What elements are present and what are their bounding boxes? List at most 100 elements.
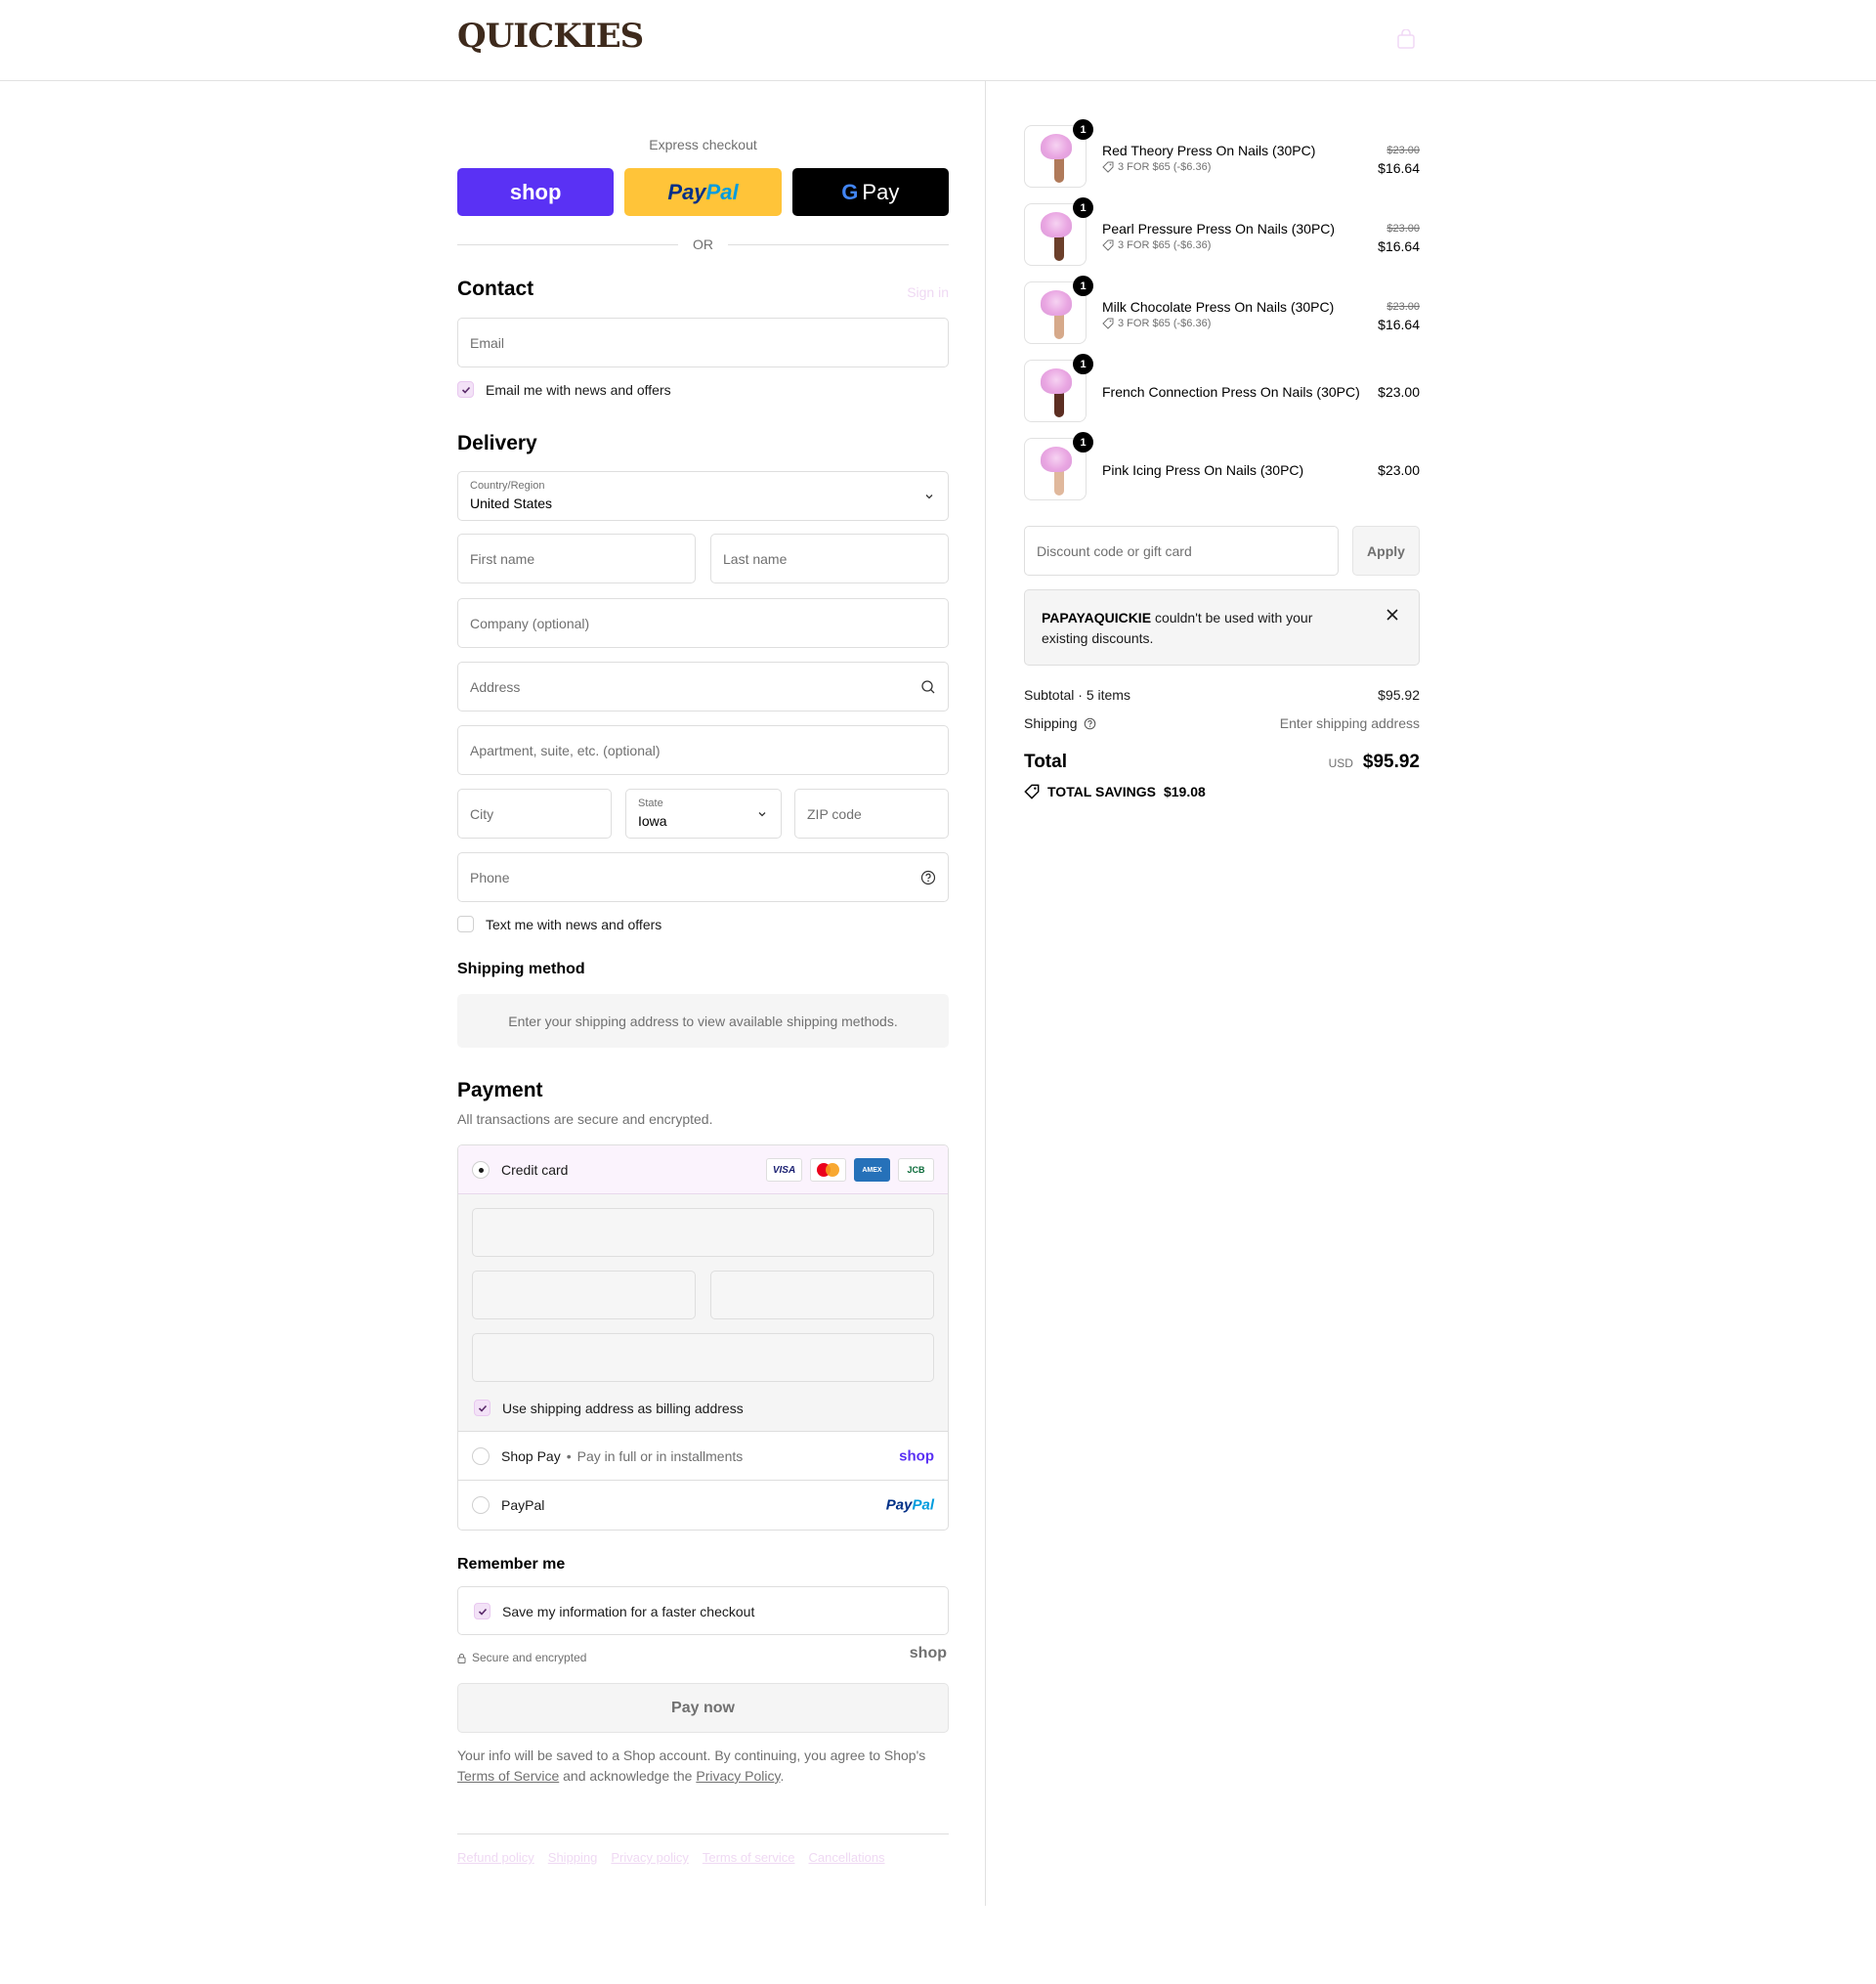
google-pay-label: Pay — [862, 179, 900, 204]
name-on-card-field[interactable] — [472, 1333, 934, 1382]
billing-address-checkbox[interactable] — [474, 1400, 490, 1416]
card-number-field[interactable] — [472, 1208, 934, 1257]
billing-address-row[interactable]: Use shipping address as billing address — [474, 1400, 744, 1416]
phone-field[interactable]: Phone — [457, 852, 949, 902]
express-checkout-buttons: shop Pay Pal G Pay — [457, 168, 949, 216]
text-news-row[interactable]: Text me with news and offers — [457, 916, 661, 932]
credit-card-label: Credit card — [501, 1161, 569, 1178]
secure-label: Secure and encrypted — [472, 1651, 587, 1664]
footer-link-terms[interactable]: Terms of service — [703, 1850, 795, 1865]
paypal-button[interactable]: Pay Pal — [624, 168, 782, 216]
item-promo: 3 FOR $65 (-$6.36) — [1102, 318, 1211, 329]
save-info-label: Save my information for a faster checkou… — [502, 1603, 755, 1619]
cart-item: 1 Pink Icing Press On Nails (30PC) $23.0… — [1024, 432, 1420, 500]
email-news-row[interactable]: Email me with news and offers — [457, 381, 671, 398]
jcb-icon: JCB — [898, 1158, 934, 1182]
credit-card-form: Use shipping address as billing address — [458, 1194, 948, 1432]
item-name: French Connection Press On Nails (30PC) — [1102, 384, 1360, 400]
item-original-price: $23.00 — [1386, 223, 1420, 235]
quantity-badge: 1 — [1073, 354, 1093, 374]
shipping-method-message: Enter your shipping address to view avai… — [457, 994, 949, 1048]
tag-icon — [1024, 784, 1040, 799]
expiration-field[interactable] — [472, 1271, 696, 1319]
footer-link-privacy[interactable]: Privacy policy — [611, 1850, 688, 1865]
contact-heading: Contact — [457, 278, 534, 300]
state-select[interactable]: State Iowa — [625, 789, 782, 839]
payment-option-credit-card[interactable]: Credit card VISA AMEX JCB — [458, 1145, 948, 1194]
quantity-badge: 1 — [1073, 276, 1093, 296]
quantity-badge: 1 — [1073, 119, 1093, 140]
discount-code-field[interactable]: Discount code or gift card — [1024, 526, 1339, 576]
footer-links: Refund policy Shipping Privacy policy Te… — [457, 1850, 885, 1865]
remember-me-heading: Remember me — [457, 1556, 566, 1573]
city-field[interactable]: City — [457, 789, 612, 839]
payment-option-paypal[interactable]: PayPal PayPal — [458, 1481, 948, 1530]
security-code-field[interactable] — [710, 1271, 934, 1319]
shop-pay-button[interactable]: shop — [457, 168, 615, 216]
paypal-logo-pay: Pay — [885, 1496, 913, 1514]
sign-in-link[interactable]: Sign in — [907, 284, 949, 300]
company-field[interactable]: Company (optional) — [457, 598, 949, 648]
delivery-heading: Delivery — [457, 432, 537, 454]
close-icon[interactable] — [1386, 608, 1399, 622]
paypal-label-pal: Pal — [705, 179, 739, 204]
first-name-field[interactable]: First name — [457, 534, 696, 583]
or-line-right — [728, 244, 949, 245]
item-promo-label: 3 FOR $65 (-$6.36) — [1118, 161, 1212, 173]
item-price: $23.00 — [1378, 462, 1420, 478]
item-price: $16.64 — [1378, 238, 1420, 254]
amex-icon: AMEX — [854, 1158, 890, 1182]
state-label: State — [638, 798, 663, 809]
legal-text: Your info will be saved to a Shop accoun… — [457, 1746, 949, 1787]
legal-text-1: Your info will be saved to a Shop accoun… — [457, 1747, 926, 1763]
pay-now-button[interactable]: Pay now — [457, 1683, 949, 1733]
bullet-separator: • — [566, 1447, 572, 1464]
item-original-price: $23.00 — [1386, 301, 1420, 313]
google-pay-button[interactable]: G Pay — [791, 168, 949, 216]
help-circle-icon[interactable] — [1084, 717, 1096, 730]
credit-card-radio[interactable] — [472, 1160, 490, 1179]
privacy-policy-link[interactable]: Privacy Policy — [696, 1768, 780, 1784]
item-name: Red Theory Press On Nails (30PC) — [1102, 143, 1316, 158]
payment-option-shop-pay[interactable]: Shop Pay • Pay in full or in installment… — [458, 1432, 948, 1481]
email-news-label: Email me with news and offers — [486, 381, 671, 398]
last-name-field[interactable]: Last name — [710, 534, 949, 583]
help-circle-icon[interactable] — [920, 870, 936, 885]
shop-pay-radio[interactable] — [472, 1446, 490, 1465]
savings-value: $19.08 — [1163, 784, 1206, 799]
shipping-row: Shipping Enter shipping address — [1024, 715, 1420, 731]
text-news-checkbox[interactable] — [457, 916, 474, 932]
save-info-checkbox[interactable] — [474, 1603, 490, 1619]
state-value: Iowa — [638, 813, 667, 829]
zip-field[interactable]: ZIP code — [794, 789, 949, 839]
footer-link-refund[interactable]: Refund policy — [457, 1850, 534, 1865]
phone-placeholder: Phone — [470, 869, 510, 885]
total-row: Total USD $95.92 — [1024, 752, 1420, 773]
last-name-placeholder: Last name — [723, 550, 788, 567]
footer-link-shipping[interactable]: Shipping — [548, 1850, 598, 1865]
shop-pay-label: Shop Pay — [501, 1447, 561, 1464]
total-label: Total — [1024, 752, 1067, 772]
paypal-radio[interactable] — [472, 1496, 490, 1514]
email-field[interactable]: Email — [457, 318, 949, 367]
item-promo-label: 3 FOR $65 (-$6.36) — [1118, 318, 1212, 329]
address-field[interactable]: Address — [457, 662, 949, 712]
checkmark-icon — [461, 386, 470, 394]
email-news-checkbox[interactable] — [457, 381, 474, 398]
cart-item: 1 French Connection Press On Nails (30PC… — [1024, 354, 1420, 422]
terms-of-service-link[interactable]: Terms of Service — [457, 1768, 559, 1784]
shopping-bag-icon[interactable] — [1397, 29, 1415, 49]
item-price: $16.64 — [1378, 160, 1420, 176]
remember-me-box: Save my information for a faster checkou… — [457, 1586, 949, 1635]
discount-error-notice: PAPAYAQUICKIE couldn't be used with your… — [1024, 589, 1420, 666]
cart-item: 1 Pearl Pressure Press On Nails (30PC) 3… — [1024, 197, 1420, 266]
country-select[interactable]: Country/Region United States — [457, 471, 949, 521]
billing-address-label: Use shipping address as billing address — [502, 1400, 744, 1416]
save-info-row[interactable]: Save my information for a faster checkou… — [474, 1603, 754, 1619]
apartment-field[interactable]: Apartment, suite, etc. (optional) — [457, 725, 949, 775]
store-logo[interactable]: QUICKIES — [457, 17, 644, 56]
country-value: United States — [470, 496, 553, 511]
footer-link-cancellations[interactable]: Cancellations — [809, 1850, 885, 1865]
shipping-label-group: Shipping — [1024, 715, 1096, 731]
apply-discount-button[interactable]: Apply — [1352, 526, 1420, 576]
